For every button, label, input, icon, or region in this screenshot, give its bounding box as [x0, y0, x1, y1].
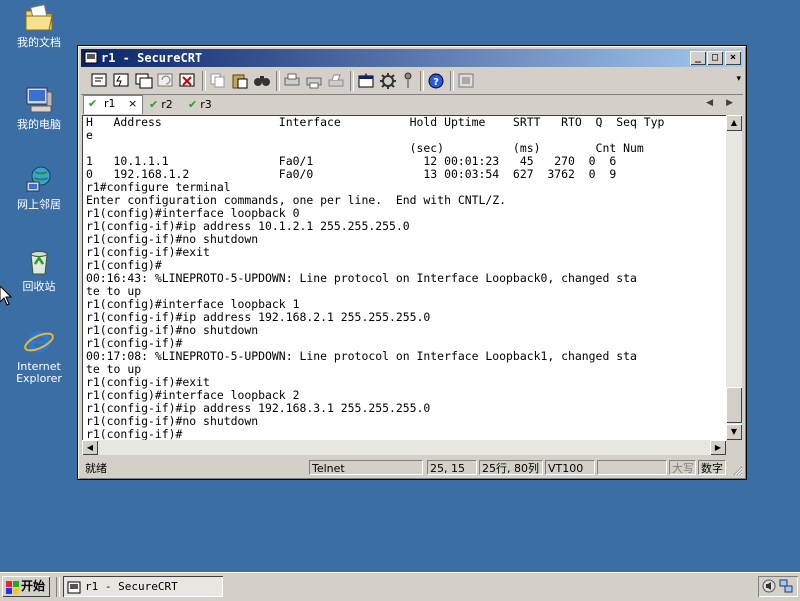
sftp-icon[interactable]	[456, 71, 476, 90]
toolbar: ? ▾	[81, 68, 743, 95]
status-blank	[597, 460, 667, 475]
help-icon[interactable]: ?	[426, 71, 446, 90]
taskbar-item-label: r1 - SecureCRT	[85, 580, 178, 593]
vertical-scroll-thumb[interactable]	[726, 387, 742, 423]
folder-icon	[23, 2, 55, 34]
desktop-icon-my-documents[interactable]: 我的文档	[6, 2, 72, 49]
connected-check-icon: ✔	[149, 98, 159, 111]
scroll-left-icon[interactable]: ◀	[82, 440, 98, 455]
maximize-button[interactable]: □	[707, 51, 723, 65]
tab-label: r3	[200, 98, 212, 111]
scroll-down-icon[interactable]: ▼	[726, 424, 742, 440]
recycle-bin-icon	[23, 246, 55, 278]
print-setup-icon[interactable]	[282, 71, 302, 90]
svg-text:?: ?	[433, 77, 439, 88]
print-selection-icon[interactable]	[304, 71, 324, 90]
terminal-output[interactable]: H Address Interface Hold Uptime SRTT RTO…	[82, 115, 727, 441]
paste-icon[interactable]	[230, 71, 250, 90]
reconnect-icon[interactable]	[156, 71, 176, 90]
start-button[interactable]: 开始	[2, 576, 50, 597]
status-ready: 就绪	[85, 462, 107, 475]
taskbar-separator	[56, 577, 60, 597]
tab-label: r2	[161, 98, 173, 111]
securecrt-app-icon	[84, 51, 98, 64]
connected-check-icon: ✔	[88, 97, 98, 110]
horizontal-scrollbar[interactable]: ◀ ▶	[82, 440, 726, 455]
system-tray	[758, 576, 798, 597]
desktop-icon-my-computer[interactable]: 我的电脑	[6, 84, 72, 131]
status-bar: 就绪 Telnet 25, 15 25行, 80列 VT100 大写 数字	[81, 459, 743, 476]
network-connection-icon[interactable]	[779, 579, 793, 596]
quick-connect-icon[interactable]	[112, 71, 132, 90]
scroll-up-icon[interactable]: ▲	[726, 115, 742, 131]
toolbar-separator	[202, 71, 206, 91]
connect-icon[interactable]	[90, 71, 110, 90]
securecrt-window: r1 - SecureCRT _ □ × ? ▾ ✔ r1 × ✔ r2 ✔ r…	[77, 45, 747, 480]
tab-close-icon[interactable]: ×	[128, 96, 137, 112]
toolbar-separator	[350, 71, 354, 91]
internet-explorer-icon	[23, 326, 55, 358]
print-icon[interactable]	[326, 71, 346, 90]
global-options-icon[interactable]	[378, 71, 398, 90]
connect-tab-icon[interactable]	[134, 71, 154, 90]
desktop-icon-label: 回收站	[22, 280, 56, 293]
window-title: r1 - SecureCRT	[101, 51, 203, 65]
tab-scroll-left-icon[interactable]: ◀	[706, 98, 713, 108]
status-num-lock: 数字	[698, 460, 726, 475]
window-titlebar[interactable]: r1 - SecureCRT _ □ ×	[81, 49, 743, 67]
toolbar-separator	[276, 71, 280, 91]
status-emulation: VT100	[545, 460, 595, 475]
desktop-icon-label: 网上邻居	[17, 198, 61, 211]
tab-label: r1	[104, 97, 116, 110]
vertical-scrollbar[interactable]: ▲ ▼	[726, 115, 742, 440]
status-protocol: Telnet	[309, 460, 423, 475]
scroll-right-icon[interactable]: ▶	[710, 440, 726, 455]
status-cursor-position: 25, 15	[427, 460, 477, 475]
taskbar: 开始 r1 - SecureCRT	[0, 572, 800, 601]
disconnect-icon[interactable]	[178, 71, 198, 90]
terminal-text: H Address Interface Hold Uptime SRTT RTO…	[86, 115, 665, 441]
desktop-icon-label: 我的文档	[17, 36, 61, 49]
status-caps-lock: 大写	[669, 460, 696, 475]
find-icon[interactable]	[252, 71, 272, 90]
speaker-icon[interactable]	[762, 579, 776, 596]
session-tabbar: ✔ r1 × ✔ r2 ✔ r3 ◀ ▶	[81, 95, 743, 114]
securecrt-app-icon	[67, 580, 81, 594]
scrollbar-corner	[726, 440, 742, 455]
computer-icon	[23, 84, 55, 116]
connected-check-icon: ✔	[188, 98, 198, 111]
toolbar-separator	[420, 71, 424, 91]
session-options-icon[interactable]	[356, 71, 376, 90]
resize-grip-icon[interactable]	[731, 464, 743, 476]
desktop-icon-recycle-bin[interactable]: 回收站	[6, 246, 72, 293]
copy-icon[interactable]	[208, 71, 228, 90]
start-label: 开始	[21, 579, 46, 593]
tab-scroll-right-icon[interactable]: ▶	[726, 98, 733, 108]
desktop-icon-network[interactable]: 网上邻居	[6, 164, 72, 211]
toolbar-overflow-chevron-icon[interactable]: ▾	[736, 74, 741, 84]
taskbar-item-securecrt[interactable]: r1 - SecureCRT	[63, 576, 223, 597]
minimize-button[interactable]: _	[690, 51, 706, 65]
desktop-icon-label: 我的电脑	[17, 118, 61, 131]
network-globe-icon	[23, 164, 55, 196]
tab-r2[interactable]: ✔ r2	[149, 97, 185, 113]
toolbar-separator	[450, 71, 454, 91]
tab-r1[interactable]: ✔ r1 ×	[83, 95, 143, 114]
close-button[interactable]: ×	[725, 51, 741, 65]
keymap-icon[interactable]	[398, 71, 418, 90]
tab-r3[interactable]: ✔ r3	[188, 97, 224, 113]
status-terminal-size: 25行, 80列	[479, 460, 543, 475]
desktop-icon-label-line2: Explorer	[16, 372, 62, 385]
windows-flag-icon	[6, 580, 19, 594]
mouse-pointer-icon	[0, 285, 13, 309]
desktop-icon-internet-explorer[interactable]: Internet Explorer	[6, 326, 72, 385]
